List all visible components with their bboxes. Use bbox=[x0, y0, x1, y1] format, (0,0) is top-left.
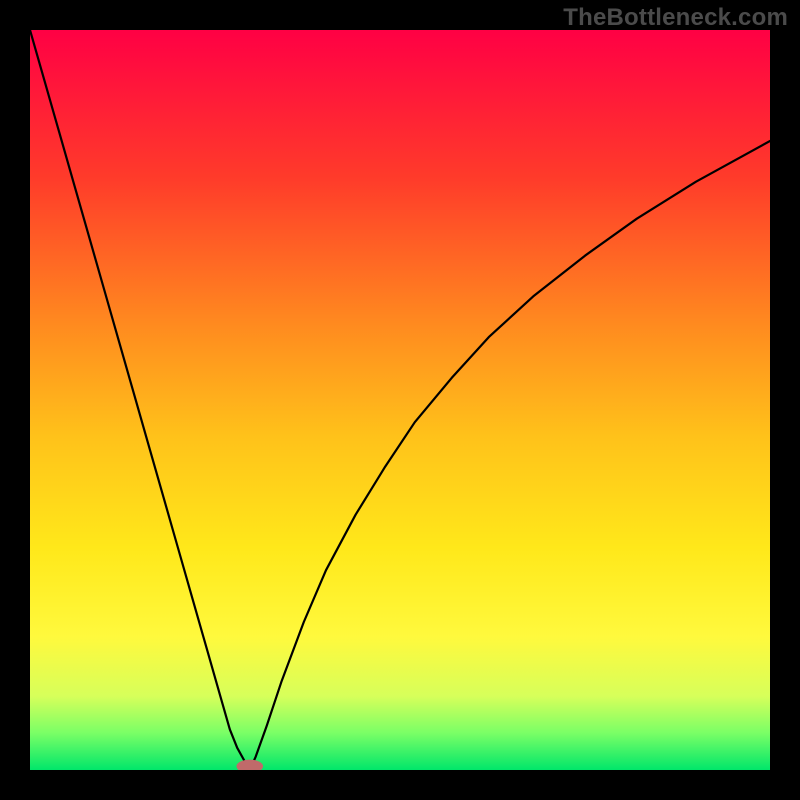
gradient-background bbox=[30, 30, 770, 770]
chart-frame: TheBottleneck.com bbox=[0, 0, 800, 800]
chart-svg bbox=[30, 30, 770, 770]
watermark-text: TheBottleneck.com bbox=[563, 4, 788, 32]
plot-area bbox=[30, 30, 770, 770]
